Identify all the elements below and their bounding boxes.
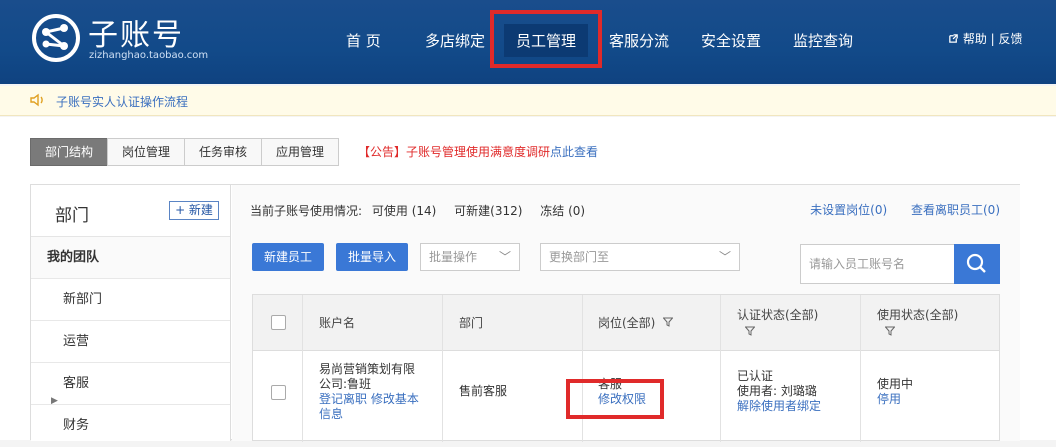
sidebar-item-label: 客服	[63, 376, 90, 391]
select-all-checkbox[interactable]	[271, 315, 286, 330]
external-link-icon	[949, 34, 958, 43]
announcement: 【公告】子账号管理使用满意度调研点此查看	[358, 143, 598, 160]
tab-app-management[interactable]: 应用管理	[261, 138, 340, 166]
batch-import-button[interactable]: 批量导入	[336, 243, 409, 271]
batch-operation-select[interactable]: 批量操作 ﹀	[420, 243, 520, 271]
employee-search-input[interactable]: 请输入员工账号名	[800, 244, 956, 284]
speaker-icon	[30, 93, 43, 107]
unassigned-position-link[interactable]: 未设置岗位(0)	[810, 203, 887, 217]
sidebar-item-my-team[interactable]: 我的团队	[31, 237, 230, 279]
usage-summary: 当前子账号使用情况: 可使用 (14) 可新建(312) 冻结 (0)	[250, 202, 599, 219]
filter-icon[interactable]	[885, 326, 895, 336]
account-cell: 易尚营销策划有限 公司:鲁班 登记离职 修改基本 信息	[319, 362, 437, 422]
nav-monitoring[interactable]: 监控查询	[793, 30, 853, 51]
header-cert[interactable]: 认证状态(全部)	[737, 306, 818, 339]
filter-icon[interactable]	[663, 317, 674, 327]
tab-position-management[interactable]: 岗位管理	[107, 138, 186, 166]
usage-frozen: 冻结 (0)	[540, 204, 586, 218]
announcement-text: 【公告】子账号管理使用满意度调研	[358, 145, 551, 159]
dept-cell: 售前客服	[459, 384, 508, 398]
tab-task-review[interactable]: 任务审核	[184, 138, 263, 166]
usage-available: 可使用 (14)	[371, 204, 437, 218]
sidebar-title: 部门	[55, 206, 89, 226]
header-account: 账户名	[319, 316, 356, 330]
batch-operation-label: 批量操作	[429, 250, 478, 264]
section-tabs: 部门结构 岗位管理 任务审核 应用管理	[30, 138, 340, 166]
header-position[interactable]: 岗位(全部)	[598, 314, 674, 331]
edit-info-link-cont[interactable]: 信息	[319, 407, 437, 422]
brand-title: 子账号	[88, 18, 184, 53]
status-cell: 使用中 停用	[877, 377, 913, 407]
search-icon	[966, 253, 986, 273]
nav-security[interactable]: 安全设置	[701, 30, 761, 51]
sidebar-item-finance[interactable]: 财务	[31, 405, 230, 447]
sidebar-item-operations[interactable]: 运营	[31, 321, 230, 363]
account-name-line1: 易尚营销策划有限	[319, 362, 416, 376]
nav-service-routing[interactable]: 客服分流	[609, 30, 669, 51]
unbind-user-link[interactable]: 解除使用者绑定	[737, 399, 821, 414]
highlight-box-nav	[490, 10, 602, 68]
sidebar-item-new-dept[interactable]: 新部门	[31, 279, 230, 321]
status-value: 使用中	[877, 377, 914, 391]
notice-link[interactable]: 子账号实人认证操作流程	[56, 93, 188, 110]
cert-status: 已认证	[737, 369, 774, 383]
nav-home[interactable]: 首 页	[346, 30, 381, 51]
main-panel: 部门 + 新建 我的团队 新部门 运营 ▶ 客服 财务 当前子账号使用情况: 可…	[30, 184, 1020, 442]
disable-link[interactable]: 停用	[877, 392, 913, 407]
announcement-link[interactable]: 点此查看	[550, 145, 598, 159]
cert-cell: 已认证 使用者: 刘璐璐 解除使用者绑定	[737, 369, 821, 414]
nav-multi-store[interactable]: 多店绑定	[425, 30, 485, 51]
top-links: 未设置岗位(0) 查看离职员工(0)	[790, 201, 1000, 218]
search-button[interactable]	[954, 244, 1000, 284]
chevron-down-icon: ﹀	[498, 250, 511, 264]
tab-department-structure[interactable]: 部门结构	[30, 138, 109, 166]
account-name-line2: 公司:鲁班	[319, 377, 372, 391]
resigned-staff-link[interactable]: 查看离职员工(0)	[911, 203, 1000, 217]
help-feedback-link[interactable]: 帮助 | 反馈	[948, 30, 1023, 47]
header-status-label: 使用状态(全部)	[877, 308, 959, 322]
cert-user: 使用者: 刘璐璐	[737, 384, 817, 398]
change-department-label: 更换部门至	[549, 250, 610, 264]
usage-label: 当前子账号使用情况:	[250, 204, 363, 218]
header-position-label: 岗位(全部)	[598, 316, 656, 330]
logo-icon	[32, 14, 80, 62]
header-cert-label: 认证状态(全部)	[737, 308, 819, 322]
resign-link[interactable]: 登记离职	[319, 392, 367, 406]
department-sidebar: 部门 + 新建 我的团队 新部门 运营 ▶ 客服 财务	[31, 185, 231, 441]
sidebar-item-customer-service[interactable]: ▶ 客服	[31, 363, 230, 406]
header-dept: 部门	[459, 316, 484, 330]
header-status[interactable]: 使用状态(全部)	[877, 306, 958, 339]
row-checkbox[interactable]	[271, 385, 286, 400]
brand-subtitle: zizhanghao.taobao.com	[89, 50, 209, 61]
help-feedback-label: 帮助 | 反馈	[962, 32, 1023, 46]
change-department-select[interactable]: 更换部门至 ﹀	[540, 243, 740, 271]
filter-icon[interactable]	[745, 326, 755, 336]
chevron-down-icon: ﹀	[718, 250, 731, 264]
new-employee-button[interactable]: 新建员工	[252, 243, 325, 271]
edit-info-link[interactable]: 修改基本	[371, 392, 419, 406]
highlight-box-permission	[566, 379, 664, 419]
notice-bar: 子账号实人认证操作流程	[0, 86, 1056, 116]
sidebar-header: 部门 + 新建	[31, 185, 230, 237]
new-department-button[interactable]: + 新建	[169, 201, 219, 220]
usage-creatable: 可新建(312)	[454, 204, 523, 218]
